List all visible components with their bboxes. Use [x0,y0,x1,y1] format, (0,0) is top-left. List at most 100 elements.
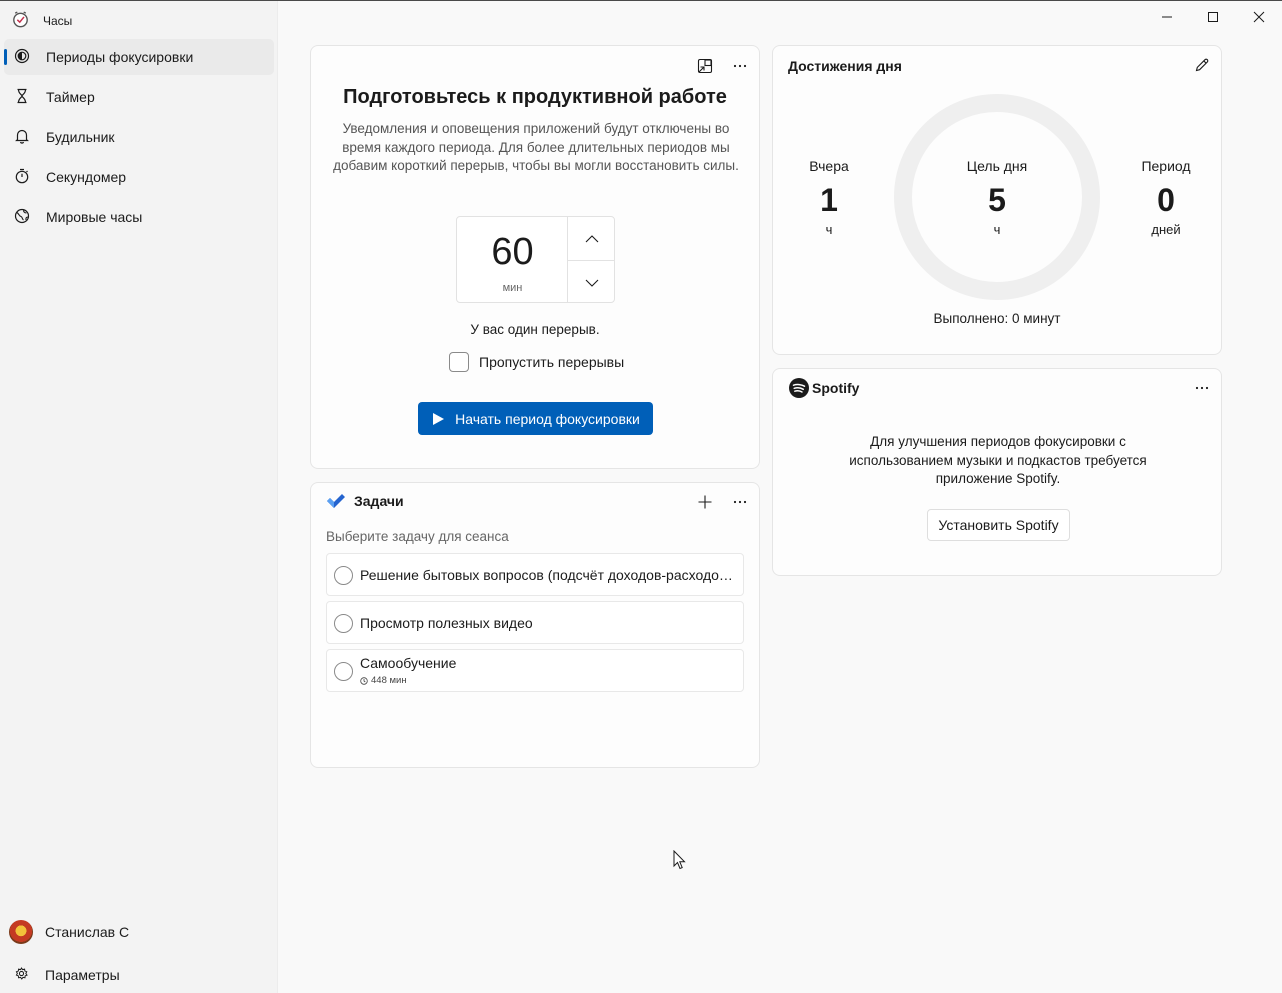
daily-progress-title: Достижения дня [788,58,902,74]
streak-value: 0 [1157,182,1175,218]
spotify-card: Spotify Для улучшения периодов фокусиров… [772,368,1222,576]
stopwatch-icon [14,168,30,187]
minutes-unit: мин [502,282,523,294]
window-controls [1144,0,1282,34]
spotify-icon [789,378,809,398]
sidebar-item-timer[interactable]: Таймер [4,79,274,115]
compact-overlay-icon [697,58,713,74]
break-info: У вас один перерыв. [470,322,600,337]
minimize-button[interactable] [1144,0,1190,34]
spotify-brand: Spotify [812,380,860,396]
user-name: Станислав С [45,924,130,940]
mouse-cursor-icon [673,850,686,870]
app-title: Часы [43,14,73,28]
avatar [9,920,33,944]
close-button[interactable] [1236,0,1282,34]
sidebar-item-label: Таймер [46,89,95,105]
start-focus-label: Начать период фокусировки [455,410,640,427]
tasks-header: Задачи [326,493,404,509]
user-account[interactable]: Станислав С [4,914,274,950]
close-icon [1253,11,1265,23]
play-icon [433,412,445,425]
task-duration-text: 448 мин [371,675,407,686]
gear-icon [14,966,29,984]
daily-goal-stat: Цель дня 5 ч [952,158,1042,237]
more-icon [733,500,747,504]
more-icon [733,64,747,68]
settings-label: Параметры [45,967,120,983]
pencil-icon [1195,58,1209,72]
daily-goal-label: Цель дня [966,158,1028,174]
maximize-icon [1208,12,1218,22]
skip-breaks-label: Пропустить перерывы [479,354,625,370]
sidebar-item-label: Будильник [46,129,115,145]
task-radio[interactable] [334,614,353,633]
clock-icon [360,676,368,685]
app-title-bar: Часы [12,11,72,31]
daily-goal-value: 5 [988,182,1006,218]
minimize-icon [1162,16,1172,18]
decrease-minutes-button[interactable] [568,261,615,304]
yesterday-unit: ч [825,222,833,237]
tasks-hint: Выберите задачу для сеанса [326,529,509,544]
streak-unit: дней [1151,222,1181,237]
plus-icon [698,495,712,509]
yesterday-label: Вчера [809,158,849,174]
task-item[interactable]: Решение бытовых вопросов (подсчёт доходо… [326,553,744,596]
daily-goal-unit: ч [993,222,1001,237]
skip-breaks-checkbox-row[interactable]: Пропустить перерывы [449,352,624,372]
install-spotify-button[interactable]: Установить Spotify [927,509,1070,541]
task-item[interactable]: Самообучение 448 мин [326,649,744,692]
task-item[interactable]: Просмотр полезных видео [326,601,744,644]
increase-minutes-button[interactable] [568,217,615,260]
focus-icon [14,48,30,67]
yesterday-value: 1 [820,182,838,218]
streak-stat: Период 0 дней [1121,158,1211,237]
sidebar-item-label: Секундомер [46,169,127,185]
nav-list: Периоды фокусировки Таймер Будильник Сек… [4,39,274,239]
task-radio[interactable] [334,566,353,585]
tasks-card: Задачи Выберите задачу для сеанса Решени… [310,482,760,768]
sidebar-item-alarm[interactable]: Будильник [4,119,274,155]
maximize-button[interactable] [1190,0,1236,34]
edit-goal-button[interactable] [1188,51,1216,79]
compact-mode-button[interactable] [691,52,719,80]
focus-description: Уведомления и оповещения приложений буду… [333,121,739,173]
todo-check-icon [327,494,345,508]
more-icon [1195,386,1209,390]
spotify-more-button[interactable] [1188,374,1216,402]
tasks-title: Задачи [354,493,404,509]
start-focus-button[interactable]: Начать период фокусировки [418,402,653,435]
minutes-value[interactable]: 60 [457,231,568,274]
add-task-button[interactable] [691,488,719,516]
task-list: Решение бытовых вопросов (подсчёт доходо… [326,553,744,697]
skip-breaks-checkbox[interactable] [449,352,469,372]
sidebar-item-stopwatch[interactable]: Секундомер [4,159,274,195]
chevron-up-icon [585,234,598,242]
sidebar-item-world-clock[interactable]: Мировые часы [4,199,274,235]
task-radio[interactable] [334,662,353,681]
sidebar-item-label: Мировые часы [46,209,143,225]
tasks-more-button[interactable] [726,488,754,516]
yesterday-stat: Вчера 1 ч [784,158,874,237]
task-text: Решение бытовых вопросов (подсчёт доходо… [360,566,738,583]
task-text: Самообучение [360,655,457,671]
globe-icon [14,208,30,227]
completed-text: Выполнено: 0 минут [933,311,1061,326]
daily-progress-card: Достижения дня Вчера 1 ч Цель дня 5 ч Пе… [772,45,1222,355]
minutes-stepper[interactable]: 60 мин [456,216,615,303]
hourglass-icon [14,88,30,107]
bell-icon [14,128,30,147]
task-text: Просмотр полезных видео [360,614,533,631]
focus-session-card: Подготовьтесь к продуктивной работе Увед… [310,45,760,469]
focus-more-button[interactable] [726,52,754,80]
sidebar-item-label: Периоды фокусировки [46,49,194,65]
settings-button[interactable]: Параметры [4,957,274,993]
clock-app-icon [12,11,29,31]
sidebar: Часы Периоды фокусировки Таймер Будильни… [0,1,278,993]
sidebar-item-focus[interactable]: Периоды фокусировки [4,39,274,75]
spotify-message: Для улучшения периодов фокусировки с исп… [849,434,1147,486]
focus-title: Подготовьтесь к продуктивной работе [343,86,727,108]
chevron-down-icon [585,279,598,287]
task-duration: 448 мин [360,675,407,686]
